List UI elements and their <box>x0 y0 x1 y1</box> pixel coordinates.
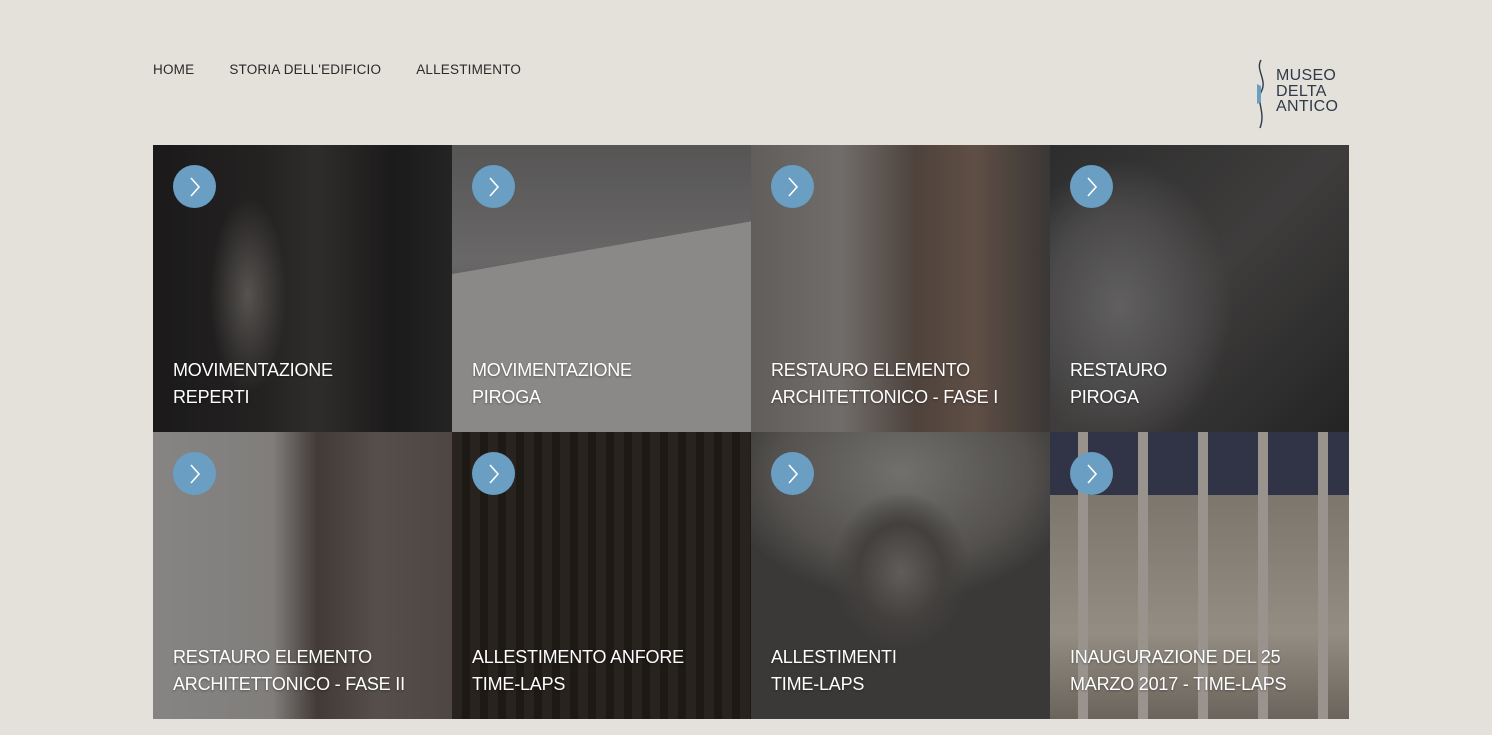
tile-title: RESTAURO PIROGA <box>1070 360 1168 407</box>
logo-line-delta: DELTA <box>1276 82 1327 100</box>
tile-title: ALLESTIMENTO ANFORE TIME-LAPS <box>472 647 684 694</box>
logo-line-antico: ANTICO <box>1276 98 1339 115</box>
museo-logo[interactable]: MUSEO DELTA ANTICO <box>1252 58 1352 132</box>
chevron-right-icon[interactable] <box>173 165 216 208</box>
nav-storia-edificio[interactable]: STORIA DELL'EDIFICIO <box>229 62 381 77</box>
tile-title: MOVIMENTAZIONE REPERTI <box>173 360 333 407</box>
main-nav: HOME STORIA DELL'EDIFICIO ALLESTIMENTO <box>153 62 521 77</box>
tile-title: MOVIMENTAZIONE PIROGA <box>472 360 632 407</box>
tile-title: RESTAURO ELEMENTO ARCHITETTONICO - FASE … <box>173 647 405 694</box>
tile-title: ALLESTIMENTI TIME-LAPS <box>771 647 897 694</box>
logo-line-museo: MUSEO <box>1276 67 1337 84</box>
tile-restauro-elemento-fase-2[interactable]: RESTAURO ELEMENTO ARCHITETTONICO - FASE … <box>153 432 452 719</box>
tile-inaugurazione[interactable]: INAUGURAZIONE DEL 25 MARZO 2017 - TIME-L… <box>1050 432 1349 719</box>
tile-movimentazione-reperti[interactable]: MOVIMENTAZIONE REPERTI <box>153 145 452 432</box>
chevron-right-icon[interactable] <box>472 165 515 208</box>
logo-mark-icon <box>1257 59 1264 129</box>
chevron-right-icon[interactable] <box>472 452 515 495</box>
nav-allestimento[interactable]: ALLESTIMENTO <box>416 62 521 77</box>
tile-movimentazione-piroga[interactable]: MOVIMENTAZIONE PIROGA <box>452 145 751 432</box>
tile-restauro-piroga[interactable]: RESTAURO PIROGA <box>1050 145 1349 432</box>
tile-title: RESTAURO ELEMENTO ARCHITETTONICO - FASE … <box>771 360 999 407</box>
tile-title: INAUGURAZIONE DEL 25 MARZO 2017 - TIME-L… <box>1070 647 1287 694</box>
chevron-right-icon[interactable] <box>173 452 216 495</box>
tile-allestimenti[interactable]: ALLESTIMENTI TIME-LAPS <box>751 432 1050 719</box>
tile-allestimento-anfore[interactable]: ALLESTIMENTO ANFORE TIME-LAPS <box>452 432 751 719</box>
video-grid: MOVIMENTAZIONE REPERTI MOVIMENTAZIONE PI… <box>153 145 1349 719</box>
chevron-right-icon[interactable] <box>771 165 814 208</box>
chevron-right-icon[interactable] <box>1070 165 1113 208</box>
tile-restauro-elemento-fase-1[interactable]: RESTAURO ELEMENTO ARCHITETTONICO - FASE … <box>751 145 1050 432</box>
logo-text: MUSEO DELTA ANTICO <box>1276 68 1338 115</box>
chevron-right-icon[interactable] <box>1070 452 1113 495</box>
nav-home[interactable]: HOME <box>153 62 194 77</box>
chevron-right-icon[interactable] <box>771 452 814 495</box>
